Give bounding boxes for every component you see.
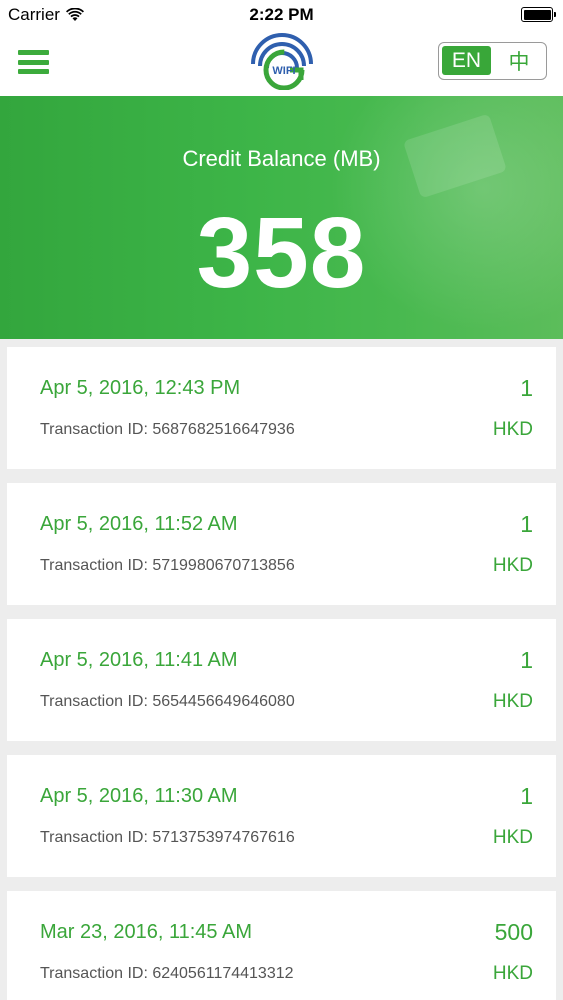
transaction-card[interactable]: Mar 23, 2016, 11:45 AM Transaction ID: 6… xyxy=(7,891,556,1000)
status-time: 2:22 PM xyxy=(249,5,314,24)
wifi-logo: WIFI xyxy=(251,33,313,90)
transaction-id: Transaction ID: 5654456649646080 xyxy=(40,693,295,710)
status-bar: Carrier 2:22 PM xyxy=(0,0,563,30)
lang-en-button[interactable]: EN xyxy=(442,46,491,75)
transaction-card[interactable]: Apr 5, 2016, 11:41 AM Transaction ID: 56… xyxy=(7,619,556,741)
transaction-id: Transaction ID: 6240561174413312 xyxy=(40,965,294,982)
menu-icon[interactable] xyxy=(18,50,49,74)
lang-zh-button[interactable]: 中 xyxy=(495,46,543,75)
transaction-currency: HKD xyxy=(492,827,533,848)
transaction-amount: 1 xyxy=(520,783,533,809)
nav-bar: WIFI EN 中 xyxy=(0,30,563,96)
balance-label: Credit Balance (MB) xyxy=(182,146,381,171)
language-toggle: EN 中 xyxy=(438,42,547,80)
balance-value: 358 xyxy=(196,197,367,309)
transaction-currency: HKD xyxy=(492,963,533,984)
transaction-currency: HKD xyxy=(492,555,533,576)
transaction-amount: 500 xyxy=(494,919,533,945)
transaction-amount: 1 xyxy=(520,647,533,673)
transaction-date: Apr 5, 2016, 11:52 AM xyxy=(40,513,238,535)
transaction-card[interactable]: Apr 5, 2016, 11:30 AM Transaction ID: 57… xyxy=(7,755,556,877)
transaction-currency: HKD xyxy=(492,691,533,712)
transaction-date: Apr 5, 2016, 11:30 AM xyxy=(40,785,238,807)
transaction-id: Transaction ID: 5713753974767616 xyxy=(40,829,295,846)
transaction-amount: 1 xyxy=(520,375,533,401)
transaction-id: Transaction ID: 5719980670713856 xyxy=(40,557,295,574)
transaction-date: Apr 5, 2016, 12:43 PM xyxy=(40,377,241,399)
transaction-card[interactable]: Apr 5, 2016, 12:43 PM Transaction ID: 56… xyxy=(7,347,556,469)
transaction-currency: HKD xyxy=(492,419,533,440)
transaction-id: Transaction ID: 5687682516647936 xyxy=(40,421,295,438)
transaction-date: Mar 23, 2016, 11:45 AM xyxy=(40,921,252,943)
logo-text: WIFI xyxy=(272,65,295,77)
transaction-amount: 1 xyxy=(520,511,533,537)
transaction-card[interactable]: Apr 5, 2016, 11:52 AM Transaction ID: 57… xyxy=(7,483,556,605)
battery-icon xyxy=(521,7,556,22)
transaction-date: Apr 5, 2016, 11:41 AM xyxy=(40,649,238,671)
balance-banner: Credit Balance (MB) 358 xyxy=(0,96,563,339)
